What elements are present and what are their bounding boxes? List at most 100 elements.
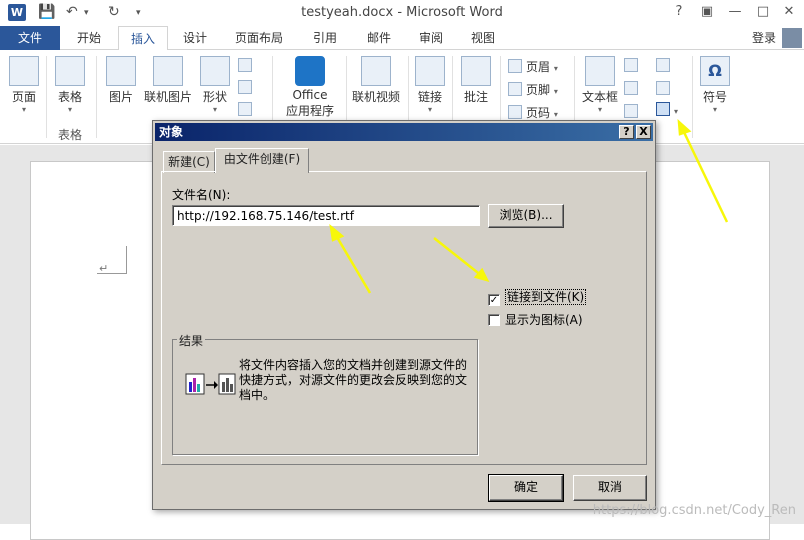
- ribbon-tabs: 文件 开始 插入 设计 页面布局 引用 邮件 审阅 视图 登录: [0, 26, 804, 51]
- office-apps-label: Office: [292, 88, 328, 102]
- object-button[interactable]: ▾: [656, 102, 678, 117]
- tab-new[interactable]: 新建(C): [163, 151, 215, 173]
- title-bar: W 💾 ↶ ▾ ↻ ▾ testyeah.docx - Microsoft Wo…: [0, 0, 804, 26]
- display-as-icon-checkbox[interactable]: 显示为图标(A): [488, 311, 583, 328]
- result-description: 将文件内容插入您的文档并创建到源文件的快捷方式，对源文件的更改会反映到您的文档中…: [239, 358, 468, 402]
- chevron-down-icon: ▾: [712, 105, 717, 114]
- object-icon: [656, 102, 670, 116]
- tab-panel: 文件名(N): http://192.168.75.146/test.rtf 浏…: [161, 171, 647, 465]
- close-button[interactable]: ✕: [776, 3, 802, 21]
- object-dialog: 对象 ? X 新建(C) 由文件创建(F) 文件名(N): http://192…: [152, 120, 656, 510]
- paragraph-mark: ↵: [99, 262, 109, 275]
- smartart-icon: [238, 58, 252, 72]
- dialog-close-button[interactable]: X: [636, 125, 651, 139]
- online-video-label: 联机视频: [351, 90, 400, 104]
- online-picture-label: 联机图片: [143, 90, 192, 104]
- picture-button[interactable]: 图片: [104, 56, 138, 105]
- header-icon: [508, 59, 522, 73]
- wordart-icon: [624, 81, 638, 95]
- tab-references[interactable]: 引用: [302, 26, 348, 50]
- comment-icon: [461, 56, 491, 86]
- quick-parts-button[interactable]: [624, 58, 642, 73]
- wordart-button[interactable]: [624, 81, 642, 96]
- dropcap-icon: [624, 104, 638, 118]
- online-picture-icon: [153, 56, 183, 86]
- help-button[interactable]: ?: [666, 3, 692, 21]
- shapes-button[interactable]: 形状 ▾: [198, 56, 232, 114]
- link-button[interactable]: 链接 ▾: [412, 56, 448, 114]
- tab-mailings[interactable]: 邮件: [356, 26, 402, 50]
- chart-button[interactable]: [238, 80, 256, 95]
- display-as-icon-label: 显示为图标(A): [505, 313, 583, 327]
- filename-label: 文件名(N):: [172, 188, 231, 202]
- comment-label: 批注: [463, 90, 488, 104]
- dialog-help-button[interactable]: ?: [619, 125, 634, 139]
- checkbox-unchecked[interactable]: [488, 314, 500, 326]
- chevron-down-icon: ▾: [212, 105, 217, 114]
- page-number-icon: [508, 105, 522, 119]
- link-file-illustration-icon: [185, 373, 236, 395]
- result-groupbox: 结果 将文件内容插入您的文档并创建到源文件的快捷方式，对源文件的更改会反映到您的…: [172, 332, 478, 455]
- signature-line-button[interactable]: [656, 58, 674, 73]
- tab-insert[interactable]: 插入: [118, 26, 168, 51]
- office-apps-label-2: 应用程序: [285, 104, 334, 118]
- tab-view[interactable]: 视图: [462, 26, 504, 50]
- quick-parts-icon: [624, 58, 638, 72]
- comment-button[interactable]: 批注: [458, 56, 494, 105]
- tab-create-from-file[interactable]: 由文件创建(F): [215, 148, 309, 173]
- table-label: 表格: [57, 90, 82, 104]
- date-time-button[interactable]: [656, 81, 674, 96]
- cancel-button[interactable]: 取消: [573, 475, 647, 501]
- table-button[interactable]: 表格 ▾: [52, 56, 88, 114]
- omega-icon: Ω: [700, 56, 730, 86]
- tab-file[interactable]: 文件: [0, 26, 60, 50]
- tab-review[interactable]: 审阅: [410, 26, 452, 50]
- maximize-button[interactable]: □: [750, 3, 776, 21]
- smartart-button[interactable]: [238, 58, 256, 73]
- page-number-label: 页码: [526, 106, 551, 120]
- video-icon: [361, 56, 391, 86]
- picture-label: 图片: [108, 90, 133, 104]
- chevron-down-icon: ▾: [427, 105, 432, 114]
- page-icon: [9, 56, 39, 86]
- header-label: 页眉: [526, 60, 551, 74]
- chevron-down-icon: ▾: [597, 105, 602, 114]
- symbol-label: 符号: [702, 90, 727, 104]
- tab-home[interactable]: 开始: [64, 26, 114, 50]
- avatar[interactable]: [782, 28, 802, 48]
- textbox-button[interactable]: 文本框 ▾: [580, 56, 620, 114]
- header-button[interactable]: 页眉 ▾: [508, 58, 558, 75]
- footer-button[interactable]: 页脚 ▾: [508, 81, 558, 98]
- link-to-file-label: 链接到文件(K): [505, 289, 587, 305]
- filename-input[interactable]: http://192.168.75.146/test.rtf: [172, 205, 480, 226]
- shapes-label: 形状: [202, 90, 227, 104]
- page-button[interactable]: 页面 ▾: [6, 56, 42, 114]
- dropcap-button[interactable]: [624, 104, 642, 119]
- date-time-icon: [656, 81, 670, 95]
- tab-layout[interactable]: 页面布局: [226, 26, 292, 50]
- ok-button[interactable]: 确定: [488, 474, 564, 502]
- login-link[interactable]: 登录: [752, 26, 776, 50]
- tab-design[interactable]: 设计: [172, 26, 218, 50]
- result-title: 结果: [177, 332, 206, 349]
- screenshot-button[interactable]: [238, 102, 256, 117]
- ribbon-display-button[interactable]: ▣: [694, 3, 720, 21]
- online-video-button[interactable]: 联机视频: [350, 56, 402, 105]
- dialog-title: 对象: [155, 123, 653, 141]
- checkbox-checked[interactable]: ✓: [488, 294, 500, 306]
- footer-icon: [508, 82, 522, 96]
- chart-icon: [238, 80, 252, 94]
- link-label: 链接: [417, 90, 442, 104]
- online-picture-button[interactable]: 联机图片: [142, 56, 194, 105]
- page-label: 页面: [11, 90, 36, 104]
- signature-icon: [656, 58, 670, 72]
- minimize-button[interactable]: —: [722, 3, 748, 21]
- chevron-down-icon: ▾: [21, 105, 26, 114]
- link-to-file-checkbox[interactable]: ✓ 链接到文件(K): [488, 288, 587, 306]
- office-apps-button[interactable]: Office 应用程序: [278, 56, 342, 119]
- browse-button[interactable]: 浏览(B)...: [488, 204, 564, 228]
- page-number-button[interactable]: 页码 ▾: [508, 104, 558, 121]
- divider: [46, 56, 47, 138]
- symbol-button[interactable]: Ω 符号 ▾: [698, 56, 732, 114]
- divider: [692, 56, 693, 138]
